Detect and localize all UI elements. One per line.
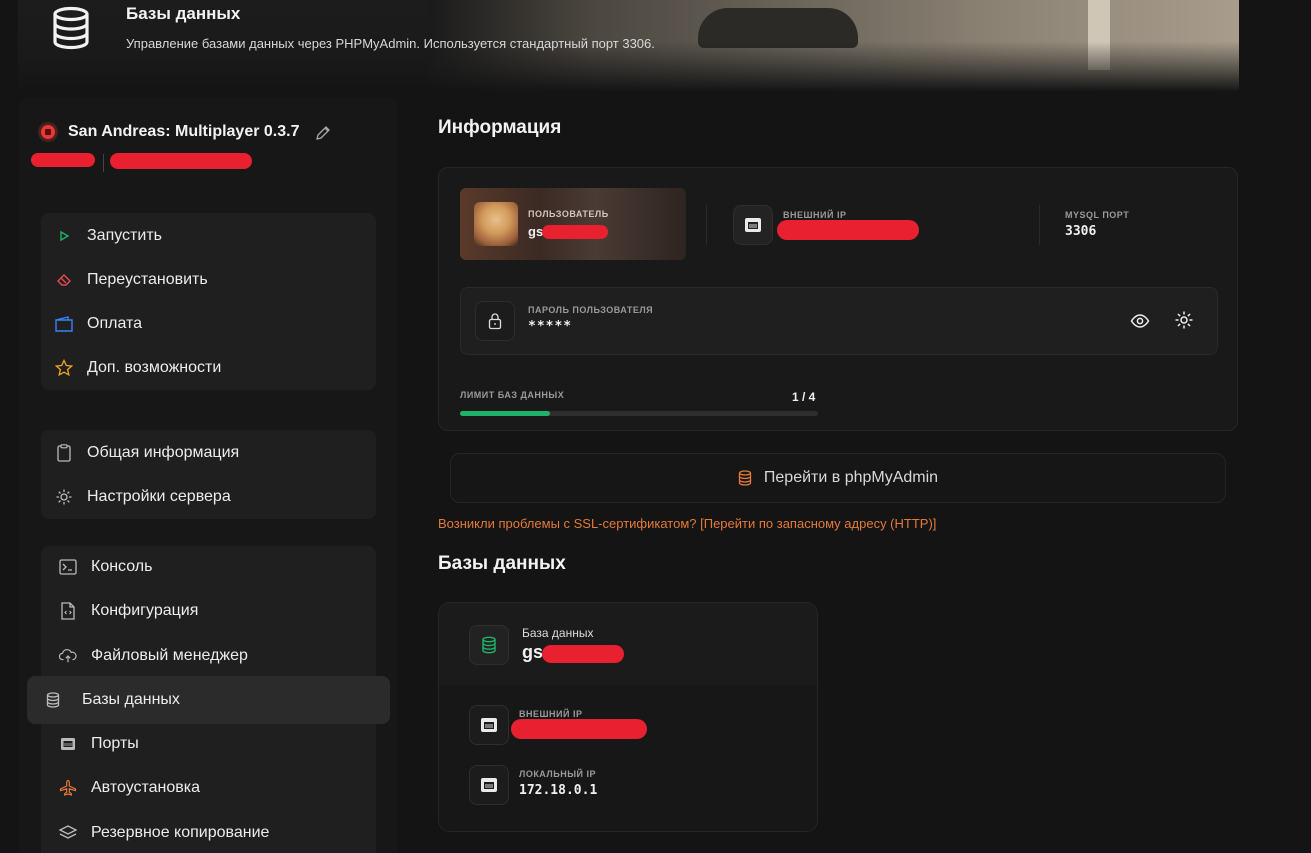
page-subtitle: Управление базами данных через PHPMyAdmi… — [126, 36, 655, 51]
page-header-banner: Базы данных Управление базами данных чер… — [18, 0, 1239, 92]
sidebar-item-file-manager[interactable]: Файловый менеджер — [45, 636, 380, 676]
info-section-title: Информация — [438, 117, 562, 138]
divider — [103, 154, 104, 172]
local-ip-value: 172.18.0.1 — [519, 783, 598, 798]
open-phpmyadmin-button[interactable]: Перейти в phpMyAdmin — [450, 453, 1226, 503]
password-panel: ПАРОЛЬ ПОЛЬЗОВАТЕЛЯ ***** — [460, 287, 1218, 355]
db-limit-progress — [460, 411, 818, 416]
mysql-port-value: 3306 — [1065, 224, 1097, 239]
reinstall-button[interactable]: Переустановить — [41, 260, 376, 300]
extras-button[interactable]: Доп. возможности — [41, 348, 376, 388]
external-ip-label: ВНЕШНИЙ IP — [519, 709, 583, 719]
server-name: San Andreas: Multiplayer 0.3.7 — [68, 123, 300, 140]
redacted-database-name — [542, 645, 624, 663]
plane-icon — [59, 779, 77, 797]
pencil-icon[interactable] — [315, 125, 331, 141]
ethernet-icon — [481, 718, 497, 732]
divider — [706, 205, 707, 245]
redacted-server-address — [110, 153, 252, 169]
database-card: База данных gs ВНЕШНИЙ IP ЛОКАЛЬНЫЙ IP 1… — [438, 602, 818, 832]
external-ip-label: ВНЕШНИЙ IP — [783, 210, 847, 220]
database-label: База данных — [522, 626, 594, 640]
sidebar-item-console[interactable]: Консоль — [45, 547, 380, 587]
database-card-body: ВНЕШНИЙ IP ЛОКАЛЬНЫЙ IP 172.18.0.1 — [439, 685, 817, 831]
redacted-external-ip — [511, 719, 647, 739]
ethernet-icon — [59, 735, 77, 753]
cloud-upload-icon — [59, 647, 77, 665]
password-lock-tile — [475, 301, 515, 341]
config-file-icon — [59, 602, 77, 620]
redacted-external-ip — [777, 220, 919, 240]
open-phpmyadmin-label: Перейти в phpMyAdmin — [763, 469, 939, 486]
external-ip-tile — [469, 705, 509, 745]
ethernet-icon — [481, 778, 497, 792]
sidebar-item-config[interactable]: Конфигурация — [45, 591, 380, 631]
sidebar-item-overview[interactable]: Общая информация — [41, 433, 376, 473]
nav-group: Консоль Конфигурация Файловый менеджер Б… — [27, 546, 390, 853]
ethernet-icon — [745, 218, 761, 232]
play-icon — [55, 227, 73, 245]
local-ip-tile — [469, 765, 509, 805]
star-icon — [55, 359, 73, 377]
redacted-username — [542, 225, 608, 239]
database-icon — [482, 636, 496, 654]
database-icon — [44, 691, 62, 709]
user-panel: ПОЛЬЗОВАТЕЛЬ gs — [460, 188, 686, 260]
local-ip-label: ЛОКАЛЬНЫЙ IP — [519, 769, 596, 779]
wallet-icon — [55, 315, 73, 333]
sidebar-item-server-settings[interactable]: Настройки сервера — [41, 477, 376, 517]
payment-button[interactable]: Оплата — [41, 304, 376, 344]
lock-icon — [488, 313, 502, 330]
user-label: ПОЛЬЗОВАТЕЛЬ — [528, 209, 609, 219]
external-ip-tile — [733, 205, 773, 245]
db-limit-label: ЛИМИТ БАЗ ДАННЫХ — [460, 390, 565, 400]
start-button[interactable]: Запустить — [41, 216, 376, 256]
gear-icon[interactable] — [1174, 310, 1194, 330]
info-card: ПОЛЬЗОВАТЕЛЬ gs ВНЕШНИЙ IP MYSQL ПОРТ 33… — [438, 167, 1238, 431]
sidebar-item-databases[interactable]: Базы данных — [27, 676, 390, 724]
password-label: ПАРОЛЬ ПОЛЬЗОВАТЕЛЯ — [528, 305, 654, 315]
redacted-server-id — [31, 153, 95, 167]
mysql-port-label: MYSQL ПОРТ — [1065, 210, 1130, 220]
database-icon — [53, 6, 89, 50]
db-limit-progress-fill — [460, 411, 550, 416]
terminal-icon — [59, 558, 77, 576]
info-group: Общая информация Настройки сервера — [41, 430, 376, 519]
db-limit-value: 1 / 4 — [792, 390, 816, 404]
database-icon — [738, 470, 752, 486]
eraser-icon — [55, 271, 73, 289]
database-icon-tile — [469, 625, 509, 665]
sidebar-item-autoinstall[interactable]: Автоустановка — [45, 768, 380, 808]
divider — [1039, 205, 1040, 245]
layers-icon — [59, 824, 77, 842]
ssl-fallback-link[interactable]: Возникли проблемы с SSL-сертификатом? [П… — [438, 516, 936, 531]
sidebar-item-ports[interactable]: Порты — [45, 724, 380, 764]
eye-icon[interactable] — [1130, 312, 1150, 330]
sidebar-item-backup[interactable]: Резервное копирование — [45, 813, 380, 853]
database-name: gs — [522, 642, 544, 662]
server-status-indicator — [41, 125, 55, 139]
password-value: ***** — [528, 319, 573, 334]
sidebar: San Andreas: Multiplayer 0.3.7 Запустить… — [19, 98, 398, 853]
databases-section-title: Базы данных — [438, 553, 566, 574]
user-value: gs — [528, 224, 544, 239]
clipboard-icon — [55, 444, 73, 462]
database-card-header: База данных gs — [439, 603, 817, 685]
user-avatar — [474, 202, 518, 246]
gear-icon — [55, 488, 73, 506]
page-title: Базы данных — [126, 4, 241, 23]
actions-group: Запустить Переустановить Оплата Доп. воз… — [41, 213, 376, 390]
